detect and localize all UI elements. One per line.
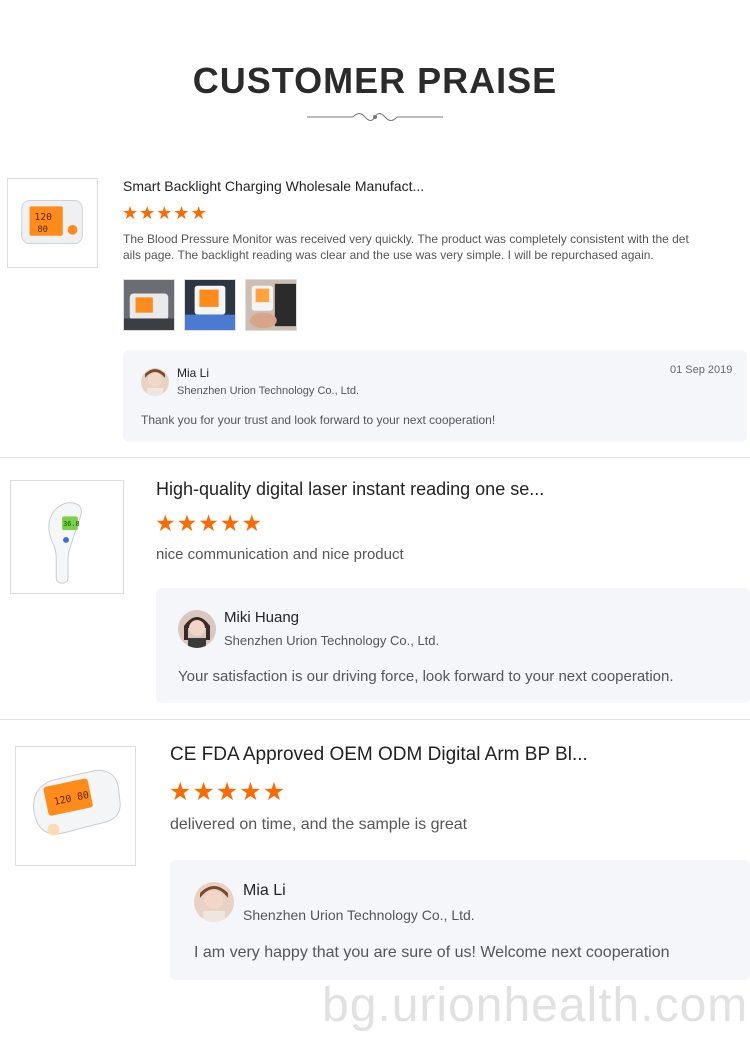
star-rating: ★ ★ ★ ★ ★ [155, 512, 262, 535]
watermark: bg.urionhealth.com [322, 979, 749, 1032]
page-title: CUSTOMER PRAISE [192, 60, 558, 101]
avatar [194, 882, 234, 922]
star-icon: ★ [198, 510, 219, 536]
star-icon: ★ [176, 510, 198, 536]
seller-reply: Mia Li Shenzhen Urion Technology Co., Lt… [123, 350, 747, 442]
reply-date: 01 Sep 2019 [670, 364, 733, 376]
star-icon: ★ [169, 778, 192, 806]
reply-text: I am very happy that you are sure of us!… [194, 944, 670, 961]
reply-author-name: Mia Li [177, 366, 210, 380]
star-icon: ★ [173, 203, 190, 223]
product-thumbnail[interactable]: 36.8 [10, 480, 124, 594]
reply-text: Thank you for your trust and look forwar… [141, 413, 496, 427]
reply-author-company: Shenzhen Urion Technology Co., Ltd. [224, 633, 440, 648]
star-icon: ★ [215, 778, 239, 806]
product-thumbnail[interactable]: 120 80 [15, 746, 136, 866]
reply-author-company: Shenzhen Urion Technology Co., Ltd. [243, 907, 475, 923]
star-icon: ★ [139, 203, 156, 223]
review-photo[interactable] [245, 279, 297, 331]
review-photo[interactable] [123, 279, 175, 331]
product-title[interactable]: Smart Backlight Charging Wholesale Manuf… [123, 178, 424, 194]
star-icon: ★ [241, 510, 263, 536]
product-thumbnail[interactable]: 120 80 [7, 178, 98, 268]
star-icon: ★ [239, 778, 262, 806]
svg-text:80: 80 [37, 225, 48, 235]
divider [0, 719, 750, 720]
review-text: The Blood Pressure Monitor was received … [123, 231, 723, 263]
star-icon: ★ [155, 510, 176, 536]
review-text: delivered on time, and the sample is gre… [170, 816, 468, 833]
star-icon: ★ [192, 778, 215, 806]
avatar [141, 368, 169, 396]
star-icon: ★ [156, 203, 173, 223]
product-title[interactable]: CE FDA Approved OEM ODM Digital Arm BP B… [170, 744, 588, 766]
svg-text:36.8: 36.8 [63, 520, 80, 528]
reply-author-name: Miki Huang [224, 609, 300, 626]
review-text-line: ails page. The backlight reading was cle… [123, 248, 654, 262]
seller-reply: Miki Huang Shenzhen Urion Technology Co.… [156, 588, 750, 703]
star-icon: ★ [190, 203, 207, 223]
review-photos [123, 279, 297, 331]
review-photo[interactable] [184, 279, 236, 331]
svg-text:120: 120 [34, 212, 52, 223]
star-rating: ★ ★ ★ ★ ★ [122, 204, 207, 222]
review-text-line: The Blood Pressure Monitor was received … [123, 232, 689, 246]
star-icon: ★ [262, 778, 286, 806]
seller-reply: Mia Li Shenzhen Urion Technology Co., Lt… [170, 860, 750, 980]
product-title[interactable]: High-quality digital laser instant readi… [156, 479, 544, 500]
review-text: nice communication and nice product [156, 546, 404, 563]
reply-text: Your satisfaction is our driving force, … [178, 668, 674, 685]
divider [0, 457, 750, 458]
reply-author-company: Shenzhen Urion Technology Co., Ltd. [177, 385, 360, 397]
avatar [178, 610, 216, 648]
star-icon: ★ [219, 510, 241, 536]
title-ornament-icon [307, 113, 443, 121]
star-icon: ★ [122, 203, 139, 223]
reply-author-name: Mia Li [243, 882, 286, 899]
star-rating: ★ ★ ★ ★ ★ [169, 780, 285, 805]
